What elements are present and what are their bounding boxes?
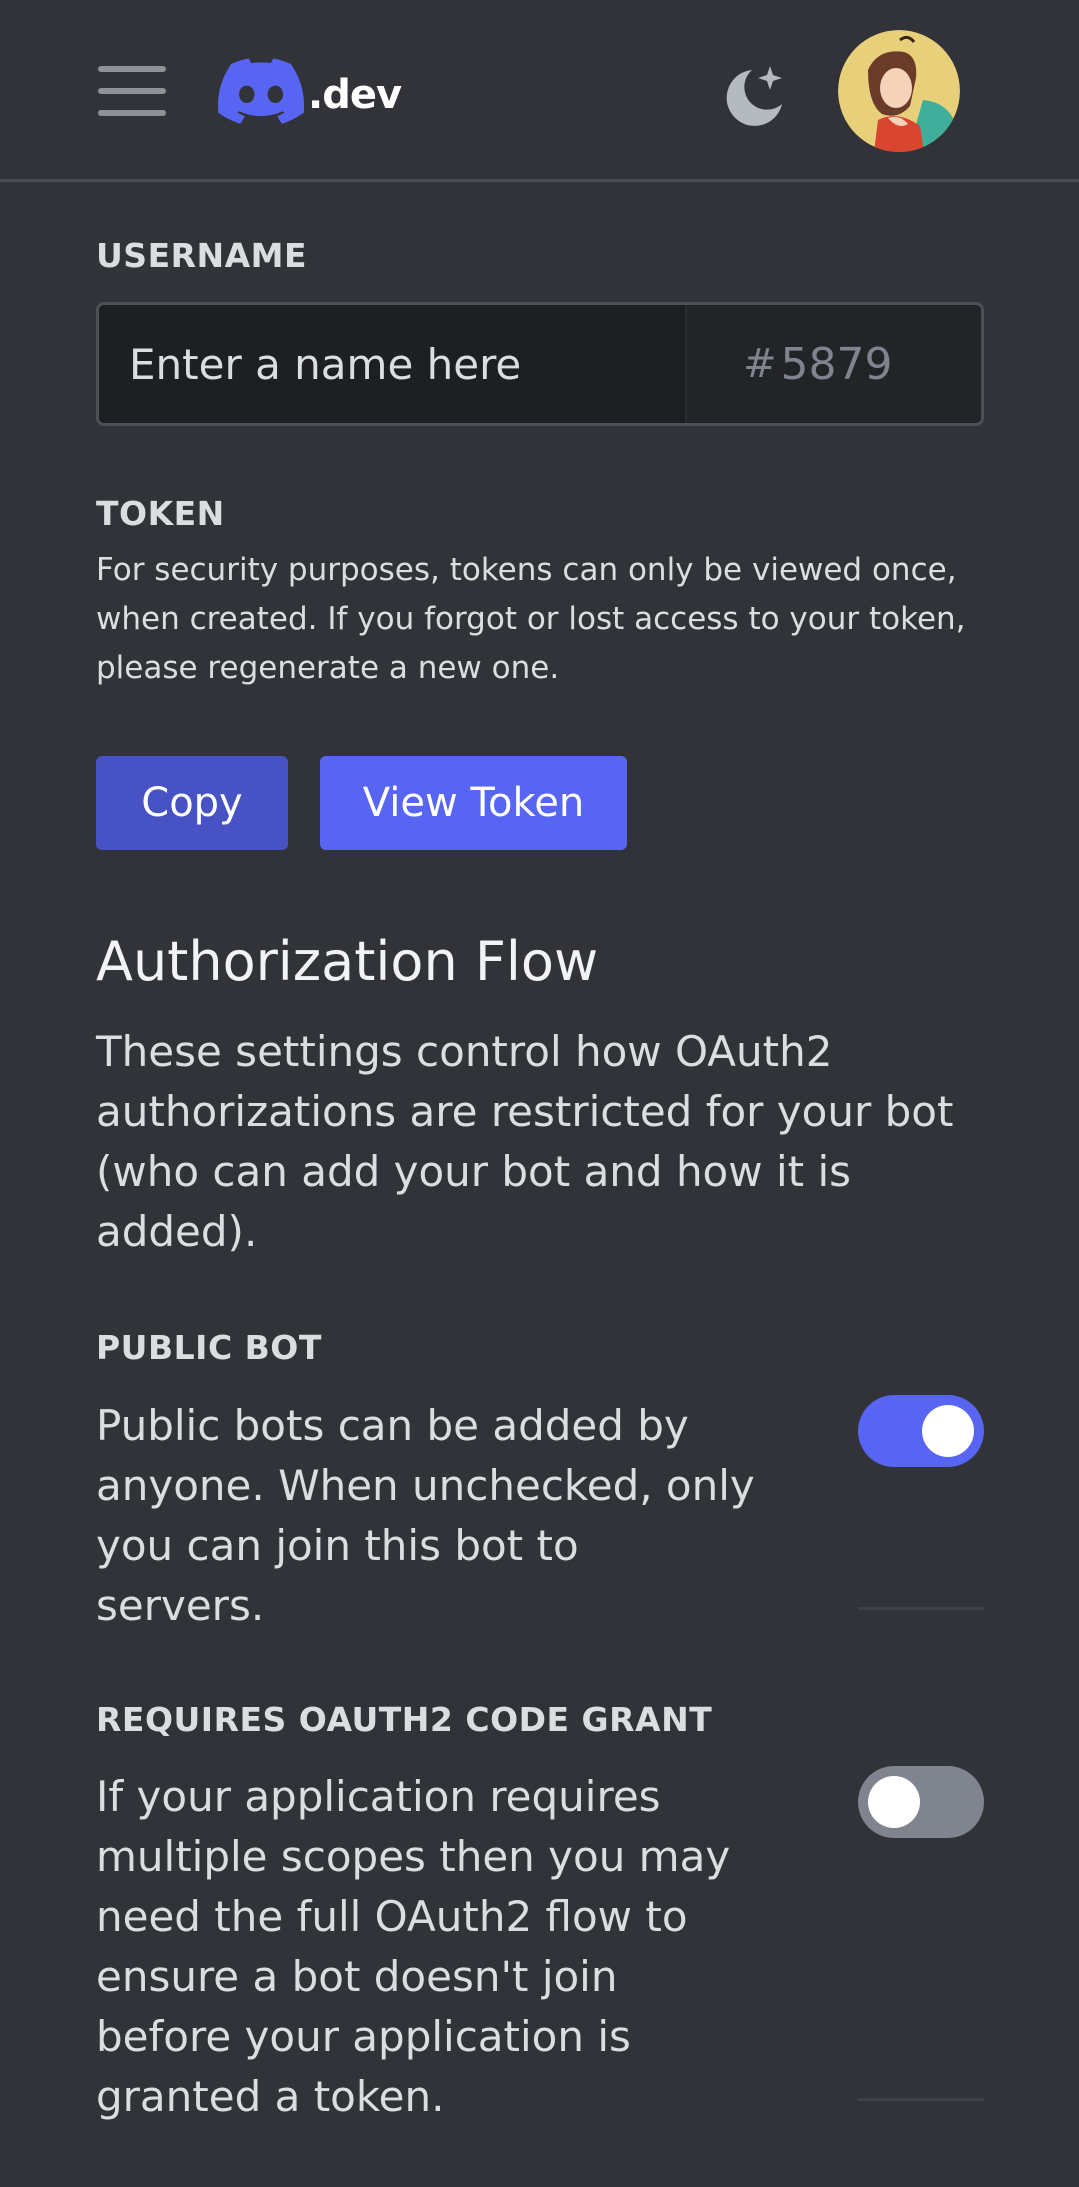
divider — [858, 1607, 984, 1610]
toggle-knob — [922, 1405, 974, 1457]
public-bot-description: Public bots can be added by anyone. When… — [96, 1401, 755, 1630]
divider — [858, 2098, 984, 2101]
username-input[interactable] — [99, 305, 685, 423]
discriminator-hash: # — [743, 341, 777, 387]
view-token-button[interactable]: View Token — [320, 756, 627, 850]
discord-logo-icon — [218, 58, 304, 124]
authorization-flow-description: These settings control how OAuth2 author… — [96, 1027, 954, 1256]
username-field: # 5879 — [96, 302, 984, 426]
copy-token-button[interactable]: Copy — [96, 756, 288, 850]
code-grant-toggle[interactable] — [858, 1766, 984, 1838]
code-grant-description: If your application requires multiple sc… — [96, 1772, 731, 2121]
public-bot-label: PUBLIC BOT — [96, 1328, 322, 1367]
code-grant-label: REQUIRES OAUTH2 CODE GRANT — [96, 1700, 713, 1739]
token-label: TOKEN — [96, 494, 225, 533]
toggle-knob — [868, 1776, 920, 1828]
discriminator-value: 5879 — [780, 338, 893, 390]
username-label: USERNAME — [96, 236, 308, 275]
user-avatar[interactable] — [838, 30, 960, 152]
moon-sparkle-icon[interactable] — [718, 60, 790, 132]
discord-dev-logo[interactable]: .dev — [218, 56, 402, 126]
public-bot-toggle[interactable] — [858, 1395, 984, 1467]
hamburger-menu-icon[interactable] — [98, 66, 166, 116]
authorization-flow-title: Authorization Flow — [96, 930, 599, 993]
discriminator: # 5879 — [685, 305, 981, 423]
top-bar: .dev — [0, 0, 1079, 182]
logo-text: .dev — [308, 72, 402, 118]
token-description: For security purposes, tokens can only b… — [96, 552, 966, 686]
